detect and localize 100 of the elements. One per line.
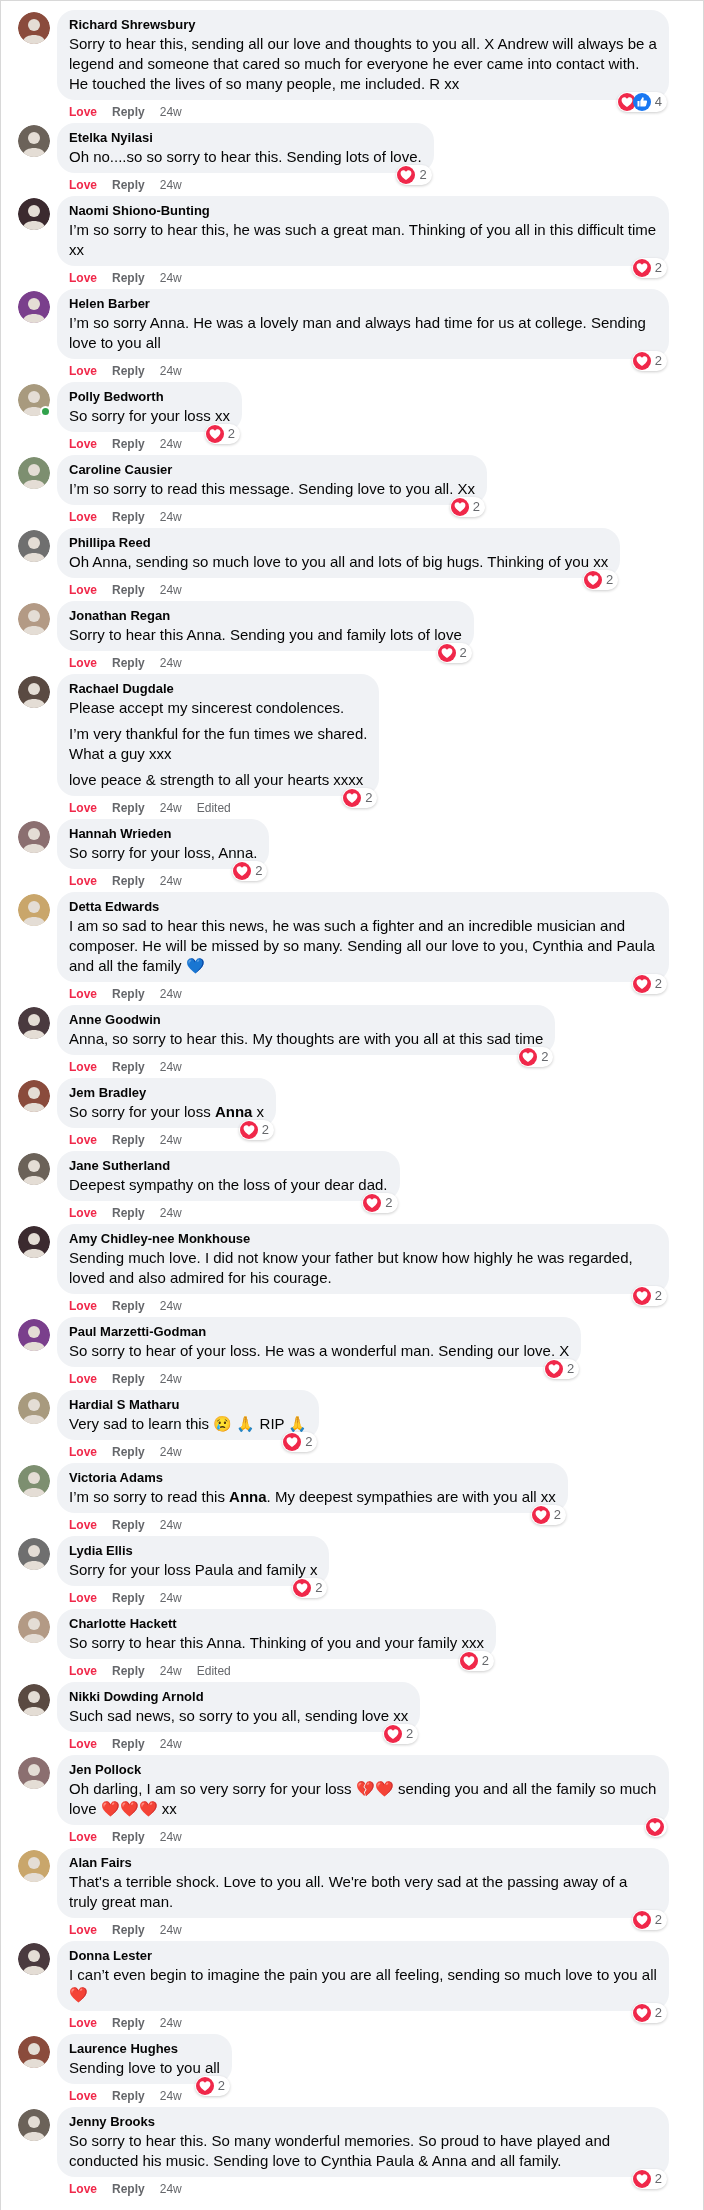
avatar[interactable]: [18, 1226, 50, 1258]
love-link[interactable]: Love: [69, 2013, 97, 2032]
avatar[interactable]: [18, 1943, 50, 1975]
love-link[interactable]: Love: [69, 580, 97, 599]
love-link[interactable]: Love: [69, 1515, 97, 1534]
reply-link[interactable]: Reply: [112, 1296, 145, 1315]
author-name[interactable]: Victoria Adams: [69, 1469, 556, 1487]
reply-link[interactable]: Reply: [112, 653, 145, 672]
reply-link[interactable]: Reply: [112, 434, 145, 453]
reaction-count[interactable]: 2: [631, 2003, 667, 2023]
author-name[interactable]: Etelka Nyilasi: [69, 129, 422, 147]
reaction-count[interactable]: 2: [631, 1286, 667, 1306]
reaction-count[interactable]: 2: [436, 643, 472, 663]
reply-link[interactable]: Reply: [112, 1442, 145, 1461]
timestamp[interactable]: 24w: [159, 1515, 182, 1534]
author-name[interactable]: Jane Sutherland: [69, 1157, 388, 1175]
timestamp[interactable]: 24w: [159, 2086, 182, 2105]
reaction-count[interactable]: 2: [204, 424, 240, 444]
reply-link[interactable]: Reply: [112, 2179, 145, 2198]
reaction-count[interactable]: 2: [449, 497, 486, 517]
timestamp[interactable]: 24w: [159, 175, 182, 194]
reply-link[interactable]: Reply: [112, 1130, 145, 1149]
love-link[interactable]: Love: [69, 175, 97, 194]
reaction-count[interactable]: 2: [383, 1724, 419, 1744]
reaction-count[interactable]: 2: [362, 1193, 398, 1213]
reaction-count[interactable]: 2: [282, 1432, 318, 1452]
reply-link[interactable]: Reply: [112, 102, 145, 121]
author-name[interactable]: Phillipa Reed: [69, 534, 609, 552]
love-link[interactable]: Love: [69, 1827, 97, 1846]
timestamp[interactable]: 24w: [159, 1827, 182, 1846]
reply-link[interactable]: Reply: [112, 1515, 145, 1534]
love-link[interactable]: Love: [69, 798, 97, 817]
timestamp[interactable]: 24w: [159, 1442, 182, 1461]
author-name[interactable]: Nikki Dowding Arnold: [69, 1688, 409, 1706]
love-link[interactable]: Love: [69, 1734, 97, 1753]
reaction-count[interactable]: 2: [631, 2169, 667, 2189]
reply-link[interactable]: Reply: [112, 1661, 145, 1680]
timestamp[interactable]: 24w: [159, 1588, 182, 1607]
avatar[interactable]: [18, 1080, 50, 1112]
author-name[interactable]: Naomi Shiono-Bunting: [69, 202, 657, 220]
reply-link[interactable]: Reply: [112, 175, 145, 194]
reply-link[interactable]: Reply: [112, 1369, 145, 1388]
reaction-count[interactable]: 2: [458, 1651, 494, 1671]
timestamp[interactable]: 24w: [159, 102, 182, 121]
author-name[interactable]: Jem Bradley: [69, 1084, 265, 1102]
avatar[interactable]: [18, 125, 50, 157]
reply-link[interactable]: Reply: [112, 361, 145, 380]
love-link[interactable]: Love: [69, 653, 97, 672]
avatar[interactable]: [18, 1319, 50, 1351]
author-name[interactable]: Jen Pollock: [69, 1761, 657, 1779]
love-link[interactable]: Love: [69, 268, 97, 287]
reaction-count[interactable]: 2: [544, 1359, 580, 1379]
avatar[interactable]: [18, 2036, 50, 2068]
reply-link[interactable]: Reply: [112, 1057, 145, 1076]
author-name[interactable]: Jonathan Regan: [69, 607, 462, 625]
reaction-count[interactable]: 2: [292, 1578, 328, 1598]
author-name[interactable]: Rachael Dugdale: [69, 680, 368, 698]
reply-link[interactable]: Reply: [112, 1734, 145, 1753]
reaction-count[interactable]: 2: [530, 1505, 566, 1525]
love-link[interactable]: Love: [69, 1661, 97, 1680]
love-link[interactable]: Love: [69, 1130, 97, 1149]
reaction-count[interactable]: 2: [631, 1910, 667, 1930]
love-link[interactable]: Love: [69, 1369, 97, 1388]
love-link[interactable]: Love: [69, 1920, 97, 1939]
love-link[interactable]: Love: [69, 2179, 97, 2198]
reply-link[interactable]: Reply: [112, 1588, 145, 1607]
reaction-count[interactable]: 2: [194, 2076, 230, 2096]
author-name[interactable]: Hannah Wrieden: [69, 825, 258, 843]
author-name[interactable]: Richard Shrewsbury: [69, 16, 657, 34]
reaction-count[interactable]: [645, 1817, 667, 1837]
avatar[interactable]: [18, 198, 50, 230]
timestamp[interactable]: 24w: [159, 2013, 182, 2032]
avatar[interactable]: [18, 1007, 50, 1039]
reply-link[interactable]: Reply: [112, 1920, 145, 1939]
reaction-count[interactable]: 2: [631, 258, 667, 278]
love-link[interactable]: Love: [69, 434, 97, 453]
timestamp[interactable]: 24w: [159, 2179, 182, 2198]
timestamp[interactable]: 24w: [159, 507, 182, 526]
author-name[interactable]: Caroline Causier: [69, 461, 476, 479]
author-name[interactable]: Detta Edwards: [69, 898, 657, 916]
reply-link[interactable]: Reply: [112, 2013, 145, 2032]
author-name[interactable]: Helen Barber: [69, 295, 657, 313]
author-name[interactable]: Lydia Ellis: [69, 1542, 318, 1560]
avatar[interactable]: [18, 1684, 50, 1716]
reaction-count[interactable]: 2: [232, 861, 268, 881]
timestamp[interactable]: 24w: [159, 798, 182, 817]
reply-link[interactable]: Reply: [112, 1203, 145, 1222]
timestamp[interactable]: 24w: [159, 1296, 182, 1315]
timestamp[interactable]: 24w: [159, 984, 182, 1003]
avatar[interactable]: [18, 1153, 50, 1185]
avatar[interactable]: [18, 2109, 50, 2141]
avatar[interactable]: [18, 12, 50, 44]
timestamp[interactable]: 24w: [159, 1661, 182, 1680]
reaction-count[interactable]: 2: [238, 1120, 275, 1140]
timestamp[interactable]: 24w: [159, 1920, 182, 1939]
author-name[interactable]: Charlotte Hackett: [69, 1615, 484, 1633]
love-link[interactable]: Love: [69, 1588, 97, 1607]
timestamp[interactable]: 24w: [159, 361, 182, 380]
timestamp[interactable]: 24w: [159, 1734, 182, 1753]
love-link[interactable]: Love: [69, 1442, 97, 1461]
